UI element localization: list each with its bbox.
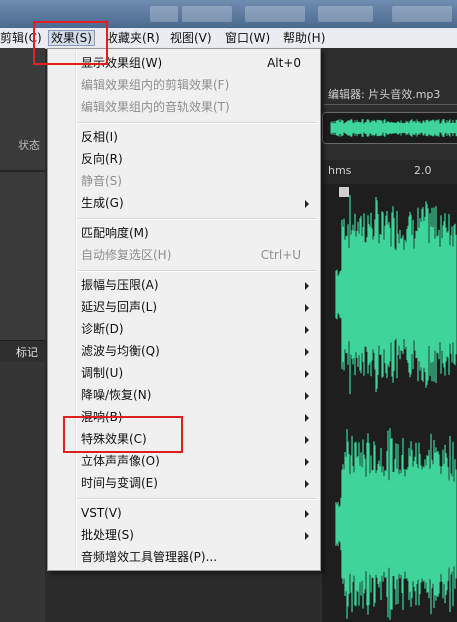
menu-item[interactable]: 编辑效果组内的剪辑效果(F) — [48, 74, 320, 96]
menu-item-shortcut: Alt+0 — [267, 56, 301, 70]
menu-item-label: 时间与变调(E) — [81, 476, 158, 490]
markers-panel — [0, 362, 45, 622]
menu-separator — [78, 122, 316, 124]
menu-item[interactable]: 延迟与回声(L) — [48, 296, 320, 318]
submenu-arrow-icon — [305, 370, 309, 378]
taskbar-tab — [318, 6, 373, 22]
ruler-tick-label: 2.0 — [414, 164, 432, 177]
menu-item-label: 延迟与回声(L) — [81, 300, 158, 314]
menu-item[interactable]: 编辑效果组内的音轨效果(T) — [48, 96, 320, 118]
menu-item-label: 调制(U) — [81, 366, 124, 380]
menu-item-label: 生成(G) — [81, 196, 124, 210]
waveform-channel — [335, 428, 457, 620]
taskbar-tab — [392, 6, 452, 22]
menu-item-label: VST(V) — [81, 506, 122, 520]
menu-item-label: 滤波与均衡(Q) — [81, 344, 160, 358]
menu-item-label: 诊断(D) — [81, 322, 124, 336]
menu-separator — [78, 270, 316, 272]
menu-window[interactable]: 窗口(W) — [225, 31, 270, 45]
overview-channel — [330, 119, 457, 137]
ruler-unit-label: hms — [328, 164, 352, 177]
submenu-arrow-icon — [305, 480, 309, 488]
menu-item-label: 自动修复选区(H) — [81, 248, 172, 262]
menu-item-label: 批处理(S) — [81, 528, 134, 542]
menu-item-label: 编辑效果组内的音轨效果(T) — [81, 100, 230, 114]
menu-item-label: 音频增效工具管理器(P)... — [81, 550, 218, 564]
menu-separator — [78, 218, 316, 220]
menu-item[interactable]: 反相(I) — [48, 126, 320, 148]
menu-item-label: 静音(S) — [81, 174, 122, 188]
waveform-overview[interactable] — [322, 112, 457, 144]
submenu-arrow-icon — [305, 326, 309, 334]
submenu-arrow-icon — [305, 282, 309, 290]
menu-item-label: 立体声声像(O) — [81, 454, 160, 468]
playhead-marker-icon[interactable] — [339, 187, 349, 197]
taskbar-tab — [245, 6, 305, 22]
tab-markers[interactable]: 标记 — [16, 344, 38, 360]
menu-item[interactable]: 诊断(D) — [48, 318, 320, 340]
submenu-arrow-icon — [305, 304, 309, 312]
menu-item[interactable]: 匹配响度(M) — [48, 222, 320, 244]
panel-divider — [0, 170, 45, 172]
waveform-display[interactable] — [322, 184, 457, 622]
submenu-arrow-icon — [305, 200, 309, 208]
waveform — [335, 194, 457, 620]
menu-item[interactable]: 批处理(S) — [48, 524, 320, 546]
editor-title[interactable]: 编辑器: 片头音效.mp3 — [328, 86, 440, 102]
editor-title-underline — [324, 104, 457, 105]
menu-item[interactable]: 立体声声像(O) — [48, 450, 320, 472]
menu-item[interactable]: 降噪/恢复(N) — [48, 384, 320, 406]
menu-item-label: 反相(I) — [81, 130, 118, 144]
menu-item[interactable]: 滤波与均衡(Q) — [48, 340, 320, 362]
highlight-special-effects — [63, 416, 183, 453]
submenu-arrow-icon — [305, 532, 309, 540]
menu-help[interactable]: 帮助(H) — [283, 31, 325, 45]
waveform-channel — [335, 194, 457, 395]
submenu-arrow-icon — [305, 436, 309, 444]
effects-menu-dropdown: 显示效果组(W) Alt+0 编辑效果组内的剪辑效果(F) 编辑效果组内的音轨效果(T… — [47, 48, 321, 571]
menu-item-label: 编辑效果组内的剪辑效果(F) — [81, 78, 230, 92]
menu-item[interactable]: 调制(U) — [48, 362, 320, 384]
menu-item[interactable]: VST(V) — [48, 502, 320, 524]
menu-item[interactable]: 自动修复选区(H) Ctrl+U — [48, 244, 320, 266]
overview-waveform — [330, 119, 457, 137]
menu-view[interactable]: 视图(V) — [170, 31, 212, 45]
menu-favorites[interactable]: 收藏夹(R) — [106, 31, 160, 45]
menu-item-label: 反向(R) — [81, 152, 123, 166]
menu-item-shortcut: Ctrl+U — [260, 248, 301, 262]
menu-item[interactable]: 生成(G) — [48, 192, 320, 214]
taskbar-icon — [150, 6, 178, 22]
menu-item[interactable]: 静音(S) — [48, 170, 320, 192]
submenu-arrow-icon — [305, 348, 309, 356]
submenu-arrow-icon — [305, 458, 309, 466]
menu-item[interactable]: 振幅与压限(A) — [48, 274, 320, 296]
status-column-header: 状态 — [18, 139, 40, 152]
menu-item-label: 振幅与压限(A) — [81, 278, 159, 292]
menu-item[interactable]: 音频增效工具管理器(P)... — [48, 546, 320, 568]
submenu-arrow-icon — [305, 510, 309, 518]
highlight-effects-menu — [33, 21, 108, 65]
menu-item[interactable]: 反向(R) — [48, 148, 320, 170]
submenu-arrow-icon — [305, 414, 309, 422]
menu-item-label: 匹配响度(M) — [81, 226, 149, 240]
menu-item-label: 降噪/恢复(N) — [81, 388, 152, 402]
menu-separator — [78, 498, 316, 500]
taskbar-tab — [182, 6, 232, 22]
menu-item[interactable]: 时间与变调(E) — [48, 472, 320, 494]
submenu-arrow-icon — [305, 392, 309, 400]
